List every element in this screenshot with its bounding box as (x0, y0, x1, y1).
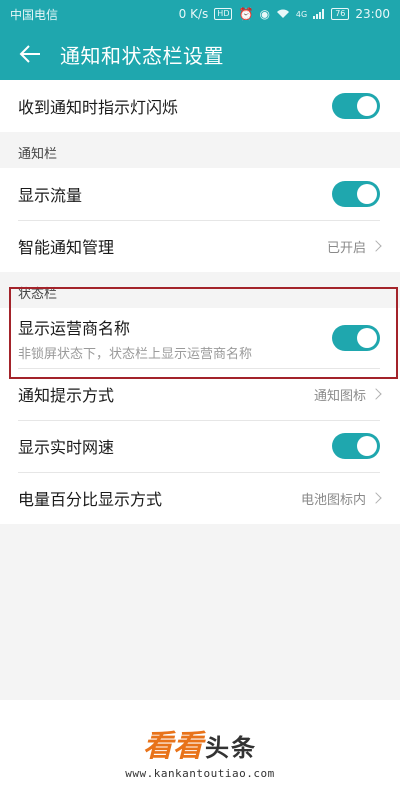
watermark: 看看 头条 www.kankantoutiao.com (0, 700, 400, 800)
carrier-name-toggle[interactable] (332, 325, 380, 351)
setting-row-battery-percentage[interactable]: 电量百分比显示方式 电池图标内 (0, 472, 400, 524)
indicator-light-toggle[interactable] (332, 93, 380, 119)
chevron-right-icon (370, 492, 382, 504)
page-title: 通知和状态栏设置 (60, 43, 224, 68)
setting-label: 显示运营商名称 (18, 318, 131, 338)
setting-row-indicator-light[interactable]: 收到通知时指示灯闪烁 (0, 80, 400, 132)
app-header: 中国电信 0 K/s HD ⏰ ◉ 4G 76 23:00 通知和状态栏设置 (0, 0, 400, 80)
notification-settings-group: 显示流量 智能通知管理 已开启 (0, 168, 400, 272)
alarm-icon: ⏰ (238, 7, 254, 21)
top-settings-group: 收到通知时指示灯闪烁 (0, 80, 400, 132)
chevron-right-icon (370, 240, 382, 252)
section-header-notification: 通知栏 (0, 132, 400, 168)
watermark-logo: 看看 头条 (143, 728, 257, 764)
setting-value: 通知图标 (314, 385, 382, 404)
setting-label: 通知提示方式 (18, 386, 115, 405)
setting-label: 显示流量 (18, 186, 83, 205)
setting-label: 电量百分比显示方式 (18, 490, 163, 509)
setting-row-notification-style[interactable]: 通知提示方式 通知图标 (0, 368, 400, 420)
setting-value: 电池图标内 (301, 489, 382, 508)
setting-value: 已开启 (327, 237, 382, 256)
status-bar: 中国电信 0 K/s HD ⏰ ◉ 4G 76 23:00 (0, 0, 400, 28)
network-type: 4G (295, 9, 308, 19)
carrier-label: 中国电信 (10, 7, 59, 22)
status-icons: 0 K/s HD ⏰ ◉ 4G 76 23:00 (179, 7, 390, 21)
setting-row-show-traffic[interactable]: 显示流量 (0, 168, 400, 220)
network-speed: 0 K/s (178, 7, 209, 21)
clock: 23:00 (355, 7, 390, 21)
setting-label: 收到通知时指示灯闪烁 (18, 98, 179, 117)
chevron-right-icon (370, 388, 382, 400)
setting-label: 智能通知管理 (18, 238, 115, 257)
setting-row-carrier-name[interactable]: 显示运营商名称 非锁屏状态下，状态栏上显示运营商名称 (0, 308, 400, 368)
show-traffic-toggle[interactable] (332, 181, 380, 207)
section-header-status-bar: 状态栏 (0, 272, 400, 308)
wifi-icon (276, 9, 289, 18)
arrow-left-icon (19, 45, 40, 63)
battery-icon: 76 (331, 8, 350, 20)
hd-icon: HD (214, 8, 233, 20)
signal-icon (313, 9, 325, 19)
back-button[interactable] (0, 45, 60, 63)
setting-label: 显示实时网速 (18, 438, 115, 457)
setting-row-network-speed[interactable]: 显示实时网速 (0, 420, 400, 472)
setting-description: 非锁屏状态下，状态栏上显示运营商名称 (18, 346, 253, 362)
watermark-url: www.kankantoutiao.com (125, 766, 275, 780)
title-bar: 通知和状态栏设置 (0, 28, 400, 80)
network-speed-toggle[interactable] (332, 433, 380, 459)
setting-row-smart-notification[interactable]: 智能通知管理 已开启 (0, 220, 400, 272)
eye-icon: ◉ (259, 7, 270, 21)
status-bar-settings-group: 显示运营商名称 非锁屏状态下，状态栏上显示运营商名称 通知提示方式 通知图标 显… (0, 308, 400, 524)
